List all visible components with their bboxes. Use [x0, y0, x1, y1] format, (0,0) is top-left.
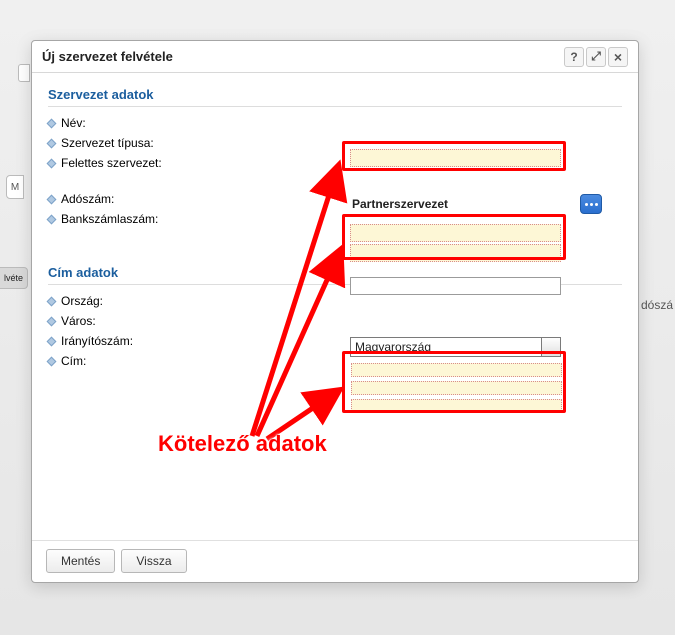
lookup-button[interactable] [580, 194, 602, 214]
chevron-down-icon [547, 345, 555, 350]
bullet-icon [47, 118, 57, 128]
superior-value: Partnerszervezet [352, 197, 448, 211]
label-country: Ország: [61, 294, 311, 308]
help-button[interactable]: ? [564, 47, 584, 67]
bullet-icon [47, 316, 57, 326]
background-fragment [18, 64, 30, 82]
label-type: Szervezet típusa: [61, 136, 311, 150]
dialog-titlebar: Új szervezet felvétele ? ⤢ × [32, 41, 638, 73]
bank-input[interactable] [350, 244, 561, 262]
dialog-body: Szervezet adatok Név: Szervezet típusa: … [32, 73, 638, 540]
background-text: dószá [641, 298, 675, 312]
bullet-icon [47, 214, 57, 224]
label-address: Cím: [61, 354, 311, 368]
dialog-footer: Mentés Vissza [32, 540, 638, 582]
back-button[interactable]: Vissza [121, 549, 186, 573]
bullet-icon [47, 356, 57, 366]
tax-input[interactable] [350, 224, 561, 242]
label-name: Név: [61, 116, 311, 130]
label-bank: Bankszámlaszám: [61, 212, 311, 226]
bullet-icon [47, 138, 57, 148]
dialog-title: Új szervezet felvétele [42, 49, 564, 64]
bank-input-2[interactable] [350, 277, 561, 295]
bullet-icon [47, 336, 57, 346]
save-button[interactable]: Mentés [46, 549, 115, 573]
superior-value-row: Partnerszervezet [350, 194, 602, 214]
background-fragment-m: M [6, 175, 24, 199]
row-name: Név: [48, 113, 622, 133]
city-input[interactable] [351, 363, 562, 377]
bullet-icon [47, 296, 57, 306]
address-input[interactable] [351, 399, 562, 413]
zip-input[interactable] [351, 381, 562, 395]
country-value: Magyarország [355, 340, 431, 354]
label-superior: Felettes szervezet: [61, 156, 311, 170]
name-input[interactable] [350, 149, 561, 167]
country-select[interactable]: Magyarország [350, 337, 561, 357]
bullet-icon [47, 158, 57, 168]
bullet-icon [47, 194, 57, 204]
row-city: Város: [48, 311, 622, 331]
close-button[interactable]: × [608, 47, 628, 67]
section-title-org: Szervezet adatok [48, 83, 622, 107]
label-tax: Adószám: [61, 192, 311, 206]
label-city: Város: [61, 314, 311, 328]
sidebar-tab[interactable]: lvéte [0, 267, 28, 289]
label-zip: Irányítószám: [61, 334, 311, 348]
dialog-new-organization: Új szervezet felvétele ? ⤢ × Szervezet a… [31, 40, 639, 583]
expand-button[interactable]: ⤢ [586, 47, 606, 67]
